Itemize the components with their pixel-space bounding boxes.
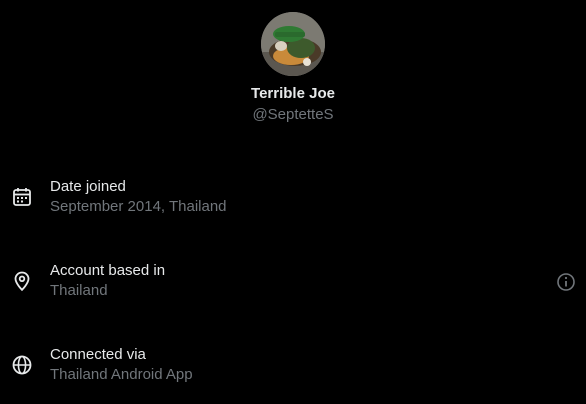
calendar-icon — [11, 186, 33, 208]
display-name: Terrible Joe — [251, 85, 335, 102]
info-icon[interactable] — [556, 272, 576, 292]
globe-icon — [11, 354, 33, 376]
handle: @SeptetteS — [252, 106, 334, 123]
avatar-image — [261, 12, 325, 76]
connected-via-value: Thailand Android App — [50, 366, 193, 383]
connected-via-label: Connected via — [50, 346, 146, 363]
date-joined-label: Date joined — [50, 178, 126, 195]
date-joined-value: September 2014, Thailand — [50, 198, 227, 215]
connected-via-row: Connected via Thailand Android App — [0, 344, 586, 404]
account-based-in-value: Thailand — [50, 282, 108, 299]
account-based-in-row: Account based in Thailand — [0, 260, 586, 320]
account-based-in-label: Account based in — [50, 262, 166, 279]
location-pin-icon — [11, 270, 33, 292]
avatar[interactable] — [261, 12, 325, 76]
date-joined-row: Date joined September 2014, Thailand — [0, 176, 586, 236]
